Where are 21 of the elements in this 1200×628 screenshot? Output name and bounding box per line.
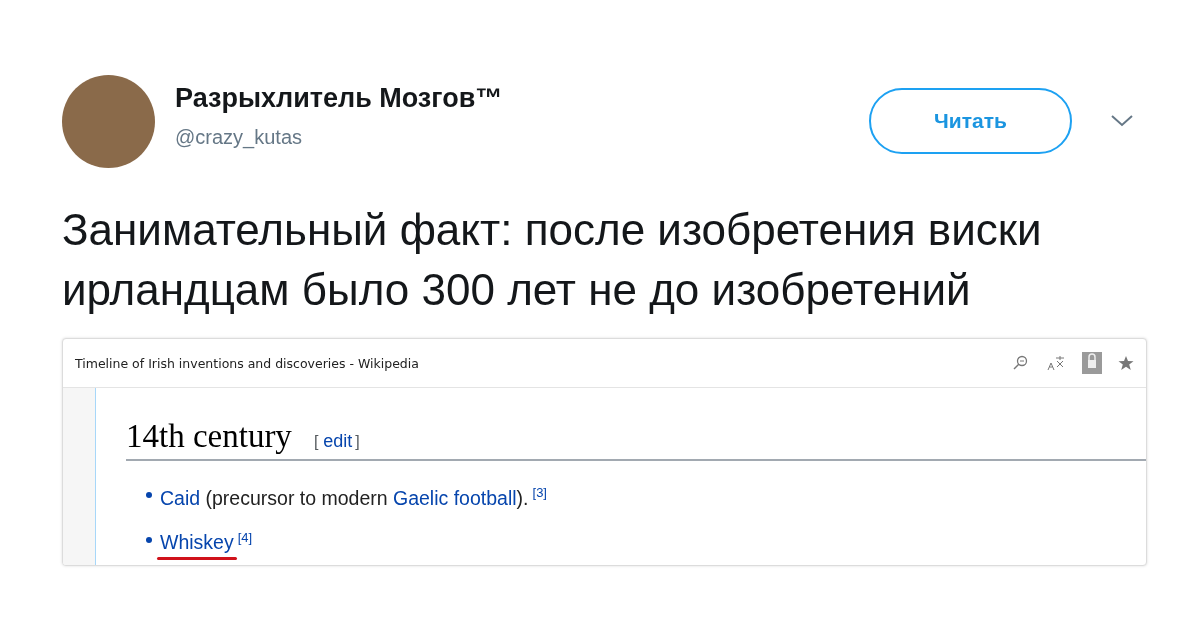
reading-view-icon[interactable] xyxy=(1082,352,1102,374)
star-icon[interactable] xyxy=(1118,355,1134,371)
list-item-text: Caid (precursor to modern Gaelic football). $^{[3]}$ xyxy=(160,484,547,511)
reference-link[interactable]: [3] xyxy=(532,485,547,500)
article-link[interactable]: Caid xyxy=(160,486,201,509)
author-name[interactable]: Разрыхлитель Мозгов™ xyxy=(175,83,775,114)
bracket: ] xyxy=(355,433,360,451)
article-link[interactable]: Whiskey xyxy=(160,529,234,555)
search-icon[interactable] xyxy=(1012,355,1030,371)
tweet-text: Занимательный факт: после изобретения виски ирландцам было 300 лет не до изобретений xyxy=(62,204,1043,316)
page-title: Timeline of Irish inventions and discoveries - Wikipedia xyxy=(75,355,420,371)
article-link[interactable]: Gaelic football xyxy=(393,486,517,509)
edit-link[interactable]: edit xyxy=(323,431,353,452)
bullet-icon xyxy=(146,492,152,499)
author-handle: @crazy_kutas xyxy=(175,126,303,149)
bracket: [ xyxy=(313,433,319,451)
read-aloud-icon[interactable] xyxy=(1046,355,1066,371)
reference-link[interactable]: [4] xyxy=(237,529,253,545)
chevron-down-icon[interactable] xyxy=(1110,114,1134,128)
section-heading: 14th century xyxy=(126,418,292,455)
bullet-icon xyxy=(146,536,152,543)
